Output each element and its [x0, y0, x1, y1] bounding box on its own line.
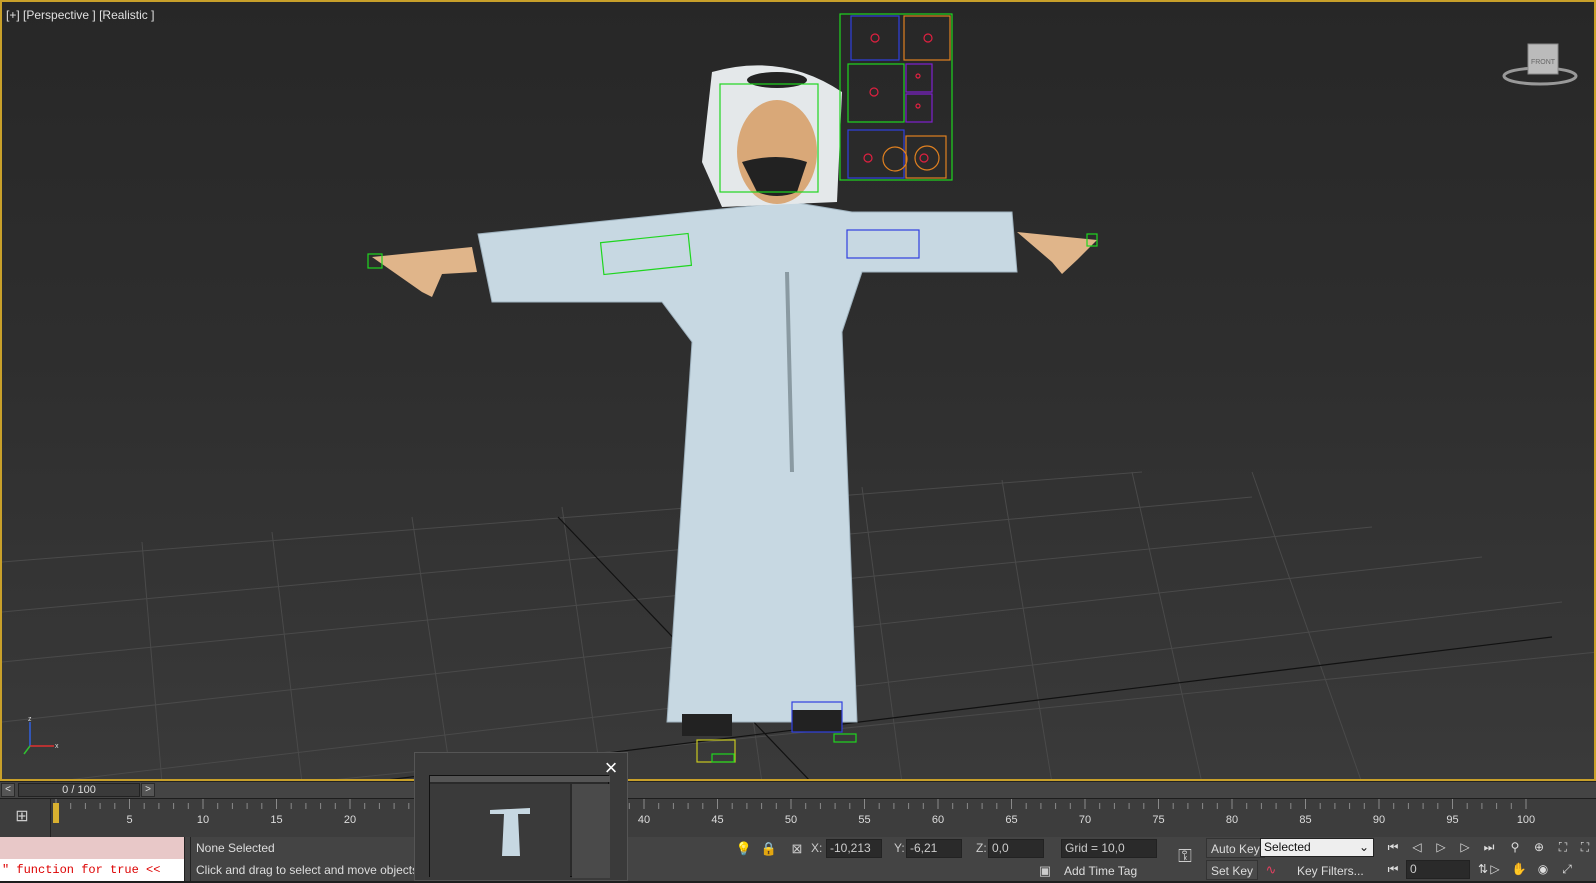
z-coordinate-label: Z:	[976, 841, 987, 855]
x-coordinate-label: X:	[811, 841, 823, 855]
zoom-icon[interactable]: ⚲	[1504, 838, 1526, 857]
viewport-shading-menu[interactable]: [Realistic ]	[99, 8, 154, 22]
field-of-view-icon[interactable]: ▷	[1484, 860, 1506, 879]
viewport-pov-menu[interactable]: [Perspective ]	[23, 8, 96, 22]
time-slider[interactable]: < 0 / 100 >	[0, 781, 1596, 798]
previous-frame-icon[interactable]: ◁	[1406, 838, 1428, 857]
time-slider-prev-button[interactable]: <	[1, 783, 15, 797]
viewcube[interactable]: FRONT	[1500, 40, 1580, 90]
world-axes	[389, 516, 1553, 779]
trackbar-tick-label: 5	[126, 814, 132, 826]
trackbar-tick-label: 10	[197, 814, 209, 826]
maximize-viewport-icon[interactable]: ⤢	[1556, 860, 1578, 879]
auto-key-button[interactable]: Auto Key	[1206, 838, 1265, 858]
trackbar-tick-label: 55	[858, 814, 870, 826]
trackbar-tick-label: 85	[1299, 814, 1311, 826]
trackbar-tick-label: 75	[1152, 814, 1164, 826]
key-mode-selected: Selected	[1264, 840, 1311, 854]
svg-text:z: z	[28, 716, 32, 723]
add-time-tag-button[interactable]: Add Time Tag	[1064, 860, 1137, 882]
y-coordinate-label: Y:	[894, 841, 905, 855]
go-to-end-icon[interactable]: ⏭	[1478, 838, 1500, 857]
x-coordinate-field[interactable]: -10,213	[826, 839, 882, 858]
trackbar-tick-label: 95	[1446, 814, 1458, 826]
viewport-general-menu[interactable]: [+]	[6, 8, 20, 22]
chevron-down-icon: ⌄	[1358, 840, 1369, 854]
perspective-viewport[interactable]: [+] [Perspective ] [Realistic ] FRONT z …	[0, 0, 1596, 781]
time-slider-next-button[interactable]: >	[141, 783, 155, 797]
selection-status: None Selected	[196, 841, 275, 855]
taskbar-thumbnail-preview[interactable]: ×	[414, 752, 628, 881]
status-bar: " function for true << None Selected Cli…	[0, 837, 1596, 881]
trackbar[interactable]: ⊞ 51015202530354045505560657075808590951…	[0, 799, 1596, 837]
trackbar-ticks: 5101520253035404550556065707580859095100	[55, 799, 1535, 826]
key-mode-dropdown[interactable]: Selected ⌄	[1260, 838, 1374, 857]
set-keys-key-icon[interactable]: ⚿	[1172, 847, 1198, 866]
absolute-mode-transform-icon[interactable]: ⊠	[788, 839, 806, 858]
current-frame-field[interactable]: 0	[1406, 860, 1470, 879]
prompt-line: Click and drag to select and move object…	[196, 863, 419, 877]
curve-graph-icon[interactable]: ∿	[1262, 860, 1280, 879]
facial-rig-panel[interactable]	[839, 13, 953, 181]
divider	[190, 837, 191, 881]
curve-editor-toggle-icon[interactable]: ⊞	[8, 803, 36, 831]
maxscript-output-line[interactable]: " function for true <<	[0, 859, 184, 881]
selection-lock-icon[interactable]: 🔒	[760, 839, 778, 858]
key-filters-button[interactable]: Key Filters...	[1292, 860, 1369, 880]
trackbar-ruler[interactable]: 5101520253035404550556065707580859095100	[50, 799, 1555, 837]
trackbar-tick-label: 40	[638, 814, 650, 826]
time-slider-thumb[interactable]: 0 / 100	[18, 783, 140, 797]
isolate-selection-icon[interactable]: 💡	[735, 839, 753, 858]
trackbar-tick-label: 70	[1079, 814, 1091, 826]
trackbar-tick-label: 50	[785, 814, 797, 826]
time-tag-icon[interactable]: ▣	[1036, 861, 1054, 880]
y-coordinate-field[interactable]: -6,21	[906, 839, 962, 858]
zoom-all-icon[interactable]: ⊕	[1528, 838, 1550, 857]
preview-thumbnail-image[interactable]	[429, 775, 610, 878]
orbit-icon[interactable]: ◉	[1532, 860, 1554, 879]
trackbar-tick-label: 80	[1226, 814, 1238, 826]
zoom-extents-all-icon[interactable]: ⛶	[1574, 838, 1596, 857]
trackbar-tick-label: 100	[1517, 814, 1535, 826]
scene-3d-view[interactable]	[2, 2, 1596, 781]
maxscript-listener[interactable]: " function for true <<	[0, 837, 185, 881]
set-key-button[interactable]: Set Key	[1206, 860, 1259, 880]
pan-view-icon[interactable]: ✋	[1508, 860, 1530, 879]
trackbar-tick-label: 20	[344, 814, 356, 826]
go-to-start-icon[interactable]: ⏮	[1382, 838, 1404, 857]
viewport-label-menu[interactable]: [+] [Perspective ] [Realistic ]	[6, 8, 154, 22]
viewcube-face-label: FRONT	[1531, 59, 1556, 66]
z-coordinate-field[interactable]: 0,0	[988, 839, 1044, 858]
maxscript-input-line[interactable]	[0, 837, 184, 859]
play-icon[interactable]: ▷	[1430, 838, 1452, 857]
character-model[interactable]	[372, 65, 1097, 736]
zoom-extents-icon[interactable]: ⛶	[1552, 838, 1574, 857]
trackbar-tick-label: 60	[932, 814, 944, 826]
trackbar-tick-label: 90	[1373, 814, 1385, 826]
next-frame-icon[interactable]: ▷	[1454, 838, 1476, 857]
svg-text:x: x	[55, 743, 59, 750]
key-mode-toggle-icon[interactable]: ⏮	[1382, 860, 1404, 879]
trackbar-tick-label: 45	[711, 814, 723, 826]
trackbar-tick-label: 15	[270, 814, 282, 826]
trackbar-tick-label: 65	[1005, 814, 1017, 826]
grid-size-display: Grid = 10,0	[1061, 839, 1157, 858]
axis-tripod: z x	[20, 714, 64, 758]
current-frame-marker[interactable]	[53, 803, 59, 823]
